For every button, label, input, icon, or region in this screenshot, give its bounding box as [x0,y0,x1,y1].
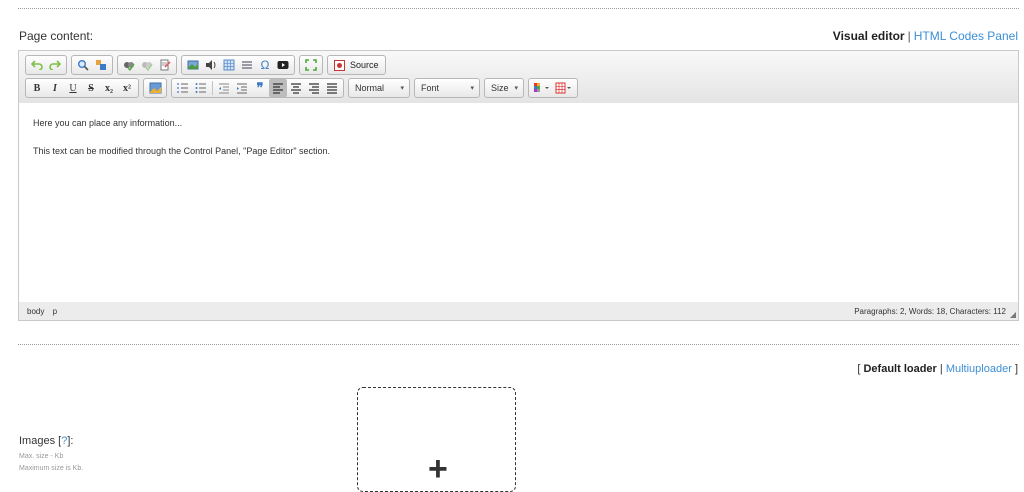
rich-text-editor: Ω Source B I U S x₂ x² ❞ Normal ▾ Font ▾… [18,50,1019,321]
bold-button[interactable]: B [28,79,46,97]
italic-button[interactable]: I [46,79,64,97]
image-insert-group [143,78,167,98]
insert-group: Ω [181,55,295,75]
images-label-text: Images [19,435,56,447]
visual-editor-tab[interactable]: Visual editor [833,29,905,43]
table-icon[interactable] [220,56,238,74]
outdent-icon[interactable] [215,79,233,97]
color-group [528,78,578,98]
content-paragraph[interactable]: This text can be modified through the Co… [33,146,330,156]
loader-switch: [ Default loader | Multiuploader ] [857,363,1018,375]
format-select[interactable]: Normal ▾ [348,78,410,98]
bulleted-list-icon[interactable] [192,79,210,97]
insert-image-icon[interactable] [146,79,164,97]
align-left-icon[interactable] [269,79,287,97]
editor-content-area[interactable]: Here you can place any information... Th… [19,103,1018,304]
editor-status-bar: body p Paragraphs: 2, Words: 18, Charact… [19,302,1018,320]
maximum-size-hint: Maximum size is Kb. [19,465,84,472]
max-size-hint: Max. size - Kb [19,453,64,460]
size-select-value: Size [491,83,509,93]
spellcheck-icon[interactable] [120,56,138,74]
basic-styles-group: B I U S x₂ x² [25,78,139,98]
content-paragraph[interactable]: Here you can place any information... [33,118,182,128]
toolbar-row-1: Ω Source [25,55,390,75]
html-codes-panel-link[interactable]: HTML Codes Panel [914,29,1018,43]
history-group [25,55,67,75]
format-select-value: Normal [355,83,385,93]
subscript-button[interactable]: x₂ [100,79,118,97]
paragraph-group: ❞ [171,78,344,98]
source-button[interactable]: Source [327,55,386,75]
images-colon: : [70,435,74,447]
flash-icon[interactable] [202,56,220,74]
images-label: Images [?]: [19,435,73,447]
chevron-down-icon: ▾ [400,85,404,92]
spellcheck-off-icon[interactable] [138,56,156,74]
underline-button[interactable]: U [64,79,82,97]
horizontal-rule-icon[interactable] [238,56,256,74]
chevron-down-icon: ▾ [514,85,518,92]
editor-mode-switch: Visual editor | HTML Codes Panel [833,29,1018,43]
special-char-icon[interactable]: Ω [256,56,274,74]
path-item-body[interactable]: body [27,307,44,316]
maximize-group [299,55,323,75]
page-content-label: Page content: [19,29,94,43]
find-icon[interactable] [74,56,92,74]
bracket-open: [ [857,363,861,375]
source-icon [330,56,348,74]
toolbar-row-2: B I U S x₂ x² ❞ Normal ▾ Font ▾ Size ▾ [25,78,582,98]
align-right-icon[interactable] [305,79,323,97]
table-properties-icon[interactable] [553,79,575,97]
find-group [71,55,113,75]
image-icon[interactable] [184,56,202,74]
redo-icon[interactable] [46,56,64,74]
multiuploader-link[interactable]: Multiuploader [946,363,1012,375]
font-select-value: Font [421,83,440,93]
strike-button[interactable]: S [82,79,100,97]
word-count: Paragraphs: 2, Words: 18, Characters: 11… [854,307,1006,316]
superscript-button[interactable]: x² [118,79,136,97]
text-color-icon[interactable] [531,79,553,97]
loader-separator: | [939,363,943,375]
numbered-list-icon[interactable] [174,79,192,97]
size-select[interactable]: Size ▾ [484,78,524,98]
toolbar-separator [212,81,213,95]
image-dropzone[interactable]: + [357,387,516,492]
editor-toolbar: Ω Source B I U S x₂ x² ❞ Normal ▾ Font ▾… [19,51,1018,104]
align-center-icon[interactable] [287,79,305,97]
source-label: Source [350,60,379,70]
mode-separator: | [907,29,911,43]
indent-icon[interactable] [233,79,251,97]
chevron-down-icon: ▾ [470,85,474,92]
bracket-close: ] [1014,363,1018,375]
plus-icon: + [428,450,448,488]
maximize-icon[interactable] [302,56,320,74]
element-path: body p [27,307,63,316]
middle-divider [18,344,1019,345]
scayt-icon[interactable] [156,56,174,74]
undo-icon[interactable] [28,56,46,74]
spell-group [117,55,177,75]
youtube-icon[interactable] [274,56,292,74]
font-select[interactable]: Font ▾ [414,78,480,98]
path-item-p[interactable]: p [53,307,57,316]
top-divider [18,8,1019,9]
align-justify-icon[interactable] [323,79,341,97]
replace-icon[interactable] [92,56,110,74]
blockquote-icon[interactable]: ❞ [251,79,269,97]
default-loader-tab[interactable]: Default loader [863,363,936,375]
resize-handle-icon[interactable] [1010,312,1016,318]
